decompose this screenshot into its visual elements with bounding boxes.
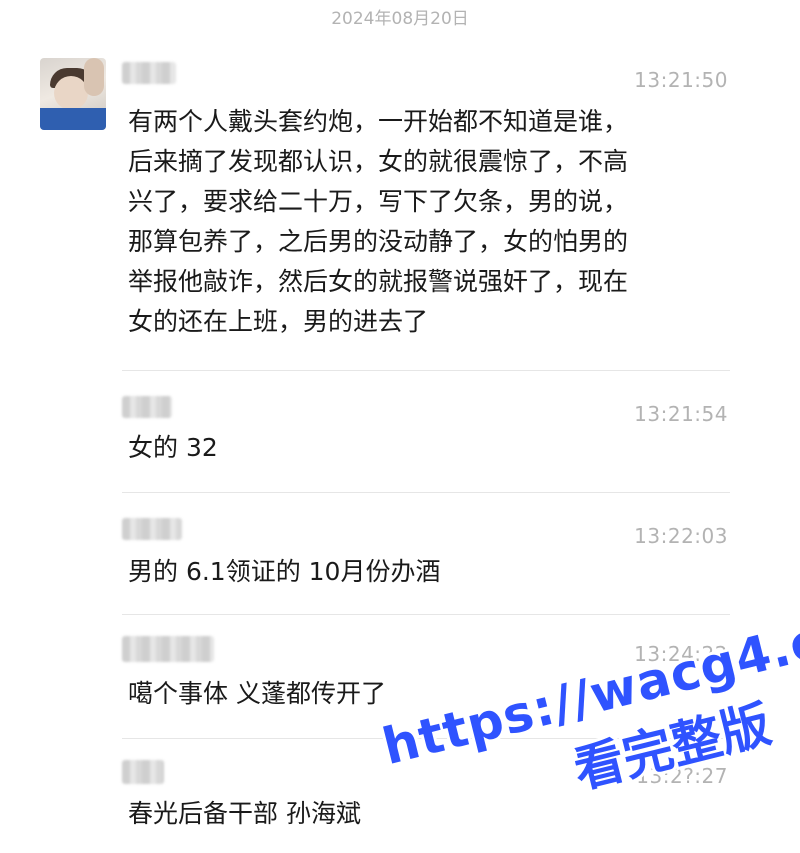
date-header: 2024年08月20日: [331, 9, 469, 29]
message-text[interactable]: 有两个人戴头套约炮，一开始都不知道是谁， 后来摘了发现都认识，女的就很震惊了，不…: [128, 102, 728, 342]
chat-message: 13:22:03 男的 6.1领证的 10月份办酒: [0, 518, 800, 598]
message-timestamp: 13:21:50: [634, 68, 728, 92]
message-timestamp: 13:2?:27: [636, 764, 728, 788]
message-divider: [122, 738, 730, 739]
message-text[interactable]: 男的 6.1领证的 10月份办酒: [128, 552, 728, 592]
message-text[interactable]: 噶个事体 义蓬都传开了: [128, 674, 728, 714]
chat-message: 13:2?:27 春光后备干部 孙海斌: [0, 760, 800, 850]
sender-name-blurred: [122, 62, 176, 84]
sender-name-blurred: [122, 636, 214, 662]
message-text[interactable]: 女的 32: [128, 428, 728, 468]
message-text[interactable]: 春光后备干部 孙海斌: [128, 794, 728, 834]
sender-name-blurred: [122, 396, 172, 418]
message-timestamp: 13:24:22: [634, 642, 728, 666]
message-timestamp: 13:22:03: [634, 524, 728, 548]
sender-name-blurred: [122, 760, 164, 784]
sender-name-blurred: [122, 518, 182, 540]
message-divider: [122, 492, 730, 493]
message-divider: [122, 370, 730, 371]
chat-message: 13:21:54 女的 32: [0, 396, 800, 476]
message-divider: [122, 614, 730, 615]
chat-message: 13:24:22 噶个事体 义蓬都传开了: [0, 636, 800, 716]
chat-message: 13:21:50 有两个人戴头套约炮，一开始都不知道是谁， 后来摘了发现都认识，…: [0, 62, 800, 362]
message-timestamp: 13:21:54: [634, 402, 728, 426]
